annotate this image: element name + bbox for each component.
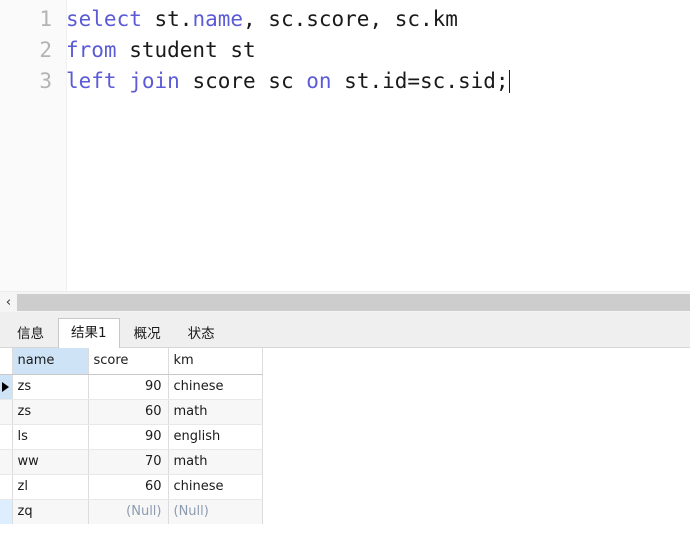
cell-score[interactable]: (Null) [88, 499, 169, 524]
cell-name[interactable]: zq [12, 499, 89, 524]
cell-km[interactable]: math [168, 449, 263, 475]
code-text: select st.name, sc.score, sc.km [66, 7, 458, 31]
table-row[interactable]: ls 90 english [0, 424, 263, 450]
table-row[interactable]: ww 70 math [0, 449, 263, 475]
cell-score[interactable]: 70 [88, 449, 169, 475]
row-selector-cell[interactable] [0, 449, 13, 475]
sql-keyword: name [192, 7, 244, 31]
editor-horizontal-scrollbar[interactable]: ‹ [0, 291, 690, 312]
scrollbar-thumb[interactable] [17, 293, 690, 311]
line-number: 2 [39, 38, 52, 62]
sql-keyword: left join [66, 69, 180, 93]
cell-score[interactable]: 60 [88, 399, 169, 425]
column-header-name[interactable]: name [12, 348, 89, 375]
result-tab[interactable]: 信息 [4, 319, 57, 348]
cell-score[interactable]: 90 [88, 374, 169, 400]
line-number: 1 [39, 7, 52, 31]
code-line[interactable]: 1 select st.name, sc.score, sc.km [0, 4, 690, 35]
cell-score[interactable]: 90 [88, 424, 169, 450]
table-header-row: name score km [0, 348, 263, 375]
scrollbar-track[interactable] [17, 292, 690, 312]
sql-text: , sc.score, sc.km [243, 7, 458, 31]
cell-km[interactable]: (Null) [168, 499, 263, 524]
row-selector-cell[interactable] [0, 499, 13, 524]
result-grid[interactable]: name score km zs 90 chinese zs 60 math ls 90 engli… [0, 348, 690, 535]
column-header-km[interactable]: km [168, 348, 263, 375]
table-header: name score km [0, 348, 263, 375]
text-caret [508, 70, 510, 93]
row-selector-cell[interactable] [0, 399, 13, 425]
table-row[interactable]: zl 60 chinese [0, 474, 263, 500]
result-tab[interactable]: 状态 [175, 319, 228, 348]
column-header-score[interactable]: score [88, 348, 169, 375]
scroll-left-chevron-icon[interactable]: ‹ [0, 293, 17, 312]
cell-name[interactable]: zs [12, 399, 89, 425]
cell-km[interactable]: math [168, 399, 263, 425]
sql-code-area[interactable]: 1 select st.name, sc.score, sc.km 2 from st… [0, 4, 690, 97]
line-number: 3 [39, 69, 52, 93]
row-selector-cell[interactable] [0, 424, 13, 450]
code-line[interactable]: 3 left join score sc on st.id=sc.sid; [0, 66, 690, 97]
row-selector-cell[interactable] [0, 474, 13, 500]
sql-keyword: from [66, 38, 117, 62]
code-text: from student st [66, 38, 256, 62]
code-text: left join score sc on st.id=sc.sid; [66, 69, 509, 93]
table-row[interactable]: zs 60 math [0, 399, 263, 425]
cell-name[interactable]: zl [12, 474, 89, 500]
cell-km[interactable]: chinese [168, 474, 263, 500]
sql-text: student st [116, 38, 256, 62]
cell-name[interactable]: ww [12, 449, 89, 475]
sql-text: st. [141, 7, 193, 31]
table-row[interactable]: zq (Null) (Null) [0, 499, 263, 524]
cell-score[interactable]: 60 [88, 474, 169, 500]
result-table: name score km zs 90 chinese zs 60 math ls 90 engli… [0, 348, 263, 524]
current-row-arrow-icon [2, 381, 10, 392]
cell-km[interactable]: chinese [168, 374, 263, 400]
cell-name[interactable]: zs [12, 374, 89, 400]
results-tabstrip[interactable]: 信息 结果1 概况 状态 [0, 312, 690, 348]
sql-text: st.id=sc.sid; [331, 69, 509, 93]
cell-name[interactable]: ls [12, 424, 89, 450]
result-tab[interactable]: 概况 [121, 319, 174, 348]
row-header-corner [0, 348, 13, 375]
row-selector-cell[interactable] [0, 374, 13, 400]
sql-keyword: select [66, 7, 142, 31]
table-body: zs 90 chinese zs 60 math ls 90 english ww 70 math zl… [0, 374, 263, 524]
cell-km[interactable]: english [168, 424, 263, 450]
table-row[interactable]: zs 90 chinese [0, 374, 263, 400]
sql-text: score sc [179, 69, 307, 93]
sql-editor[interactable]: 1 select st.name, sc.score, sc.km 2 from st… [0, 0, 690, 291]
sql-keyword: on [306, 69, 332, 93]
code-line[interactable]: 2 from student st [0, 35, 690, 66]
sql-client-window: 1 select st.name, sc.score, sc.km 2 from st… [0, 0, 690, 535]
result-tab[interactable]: 结果1 [58, 318, 120, 348]
